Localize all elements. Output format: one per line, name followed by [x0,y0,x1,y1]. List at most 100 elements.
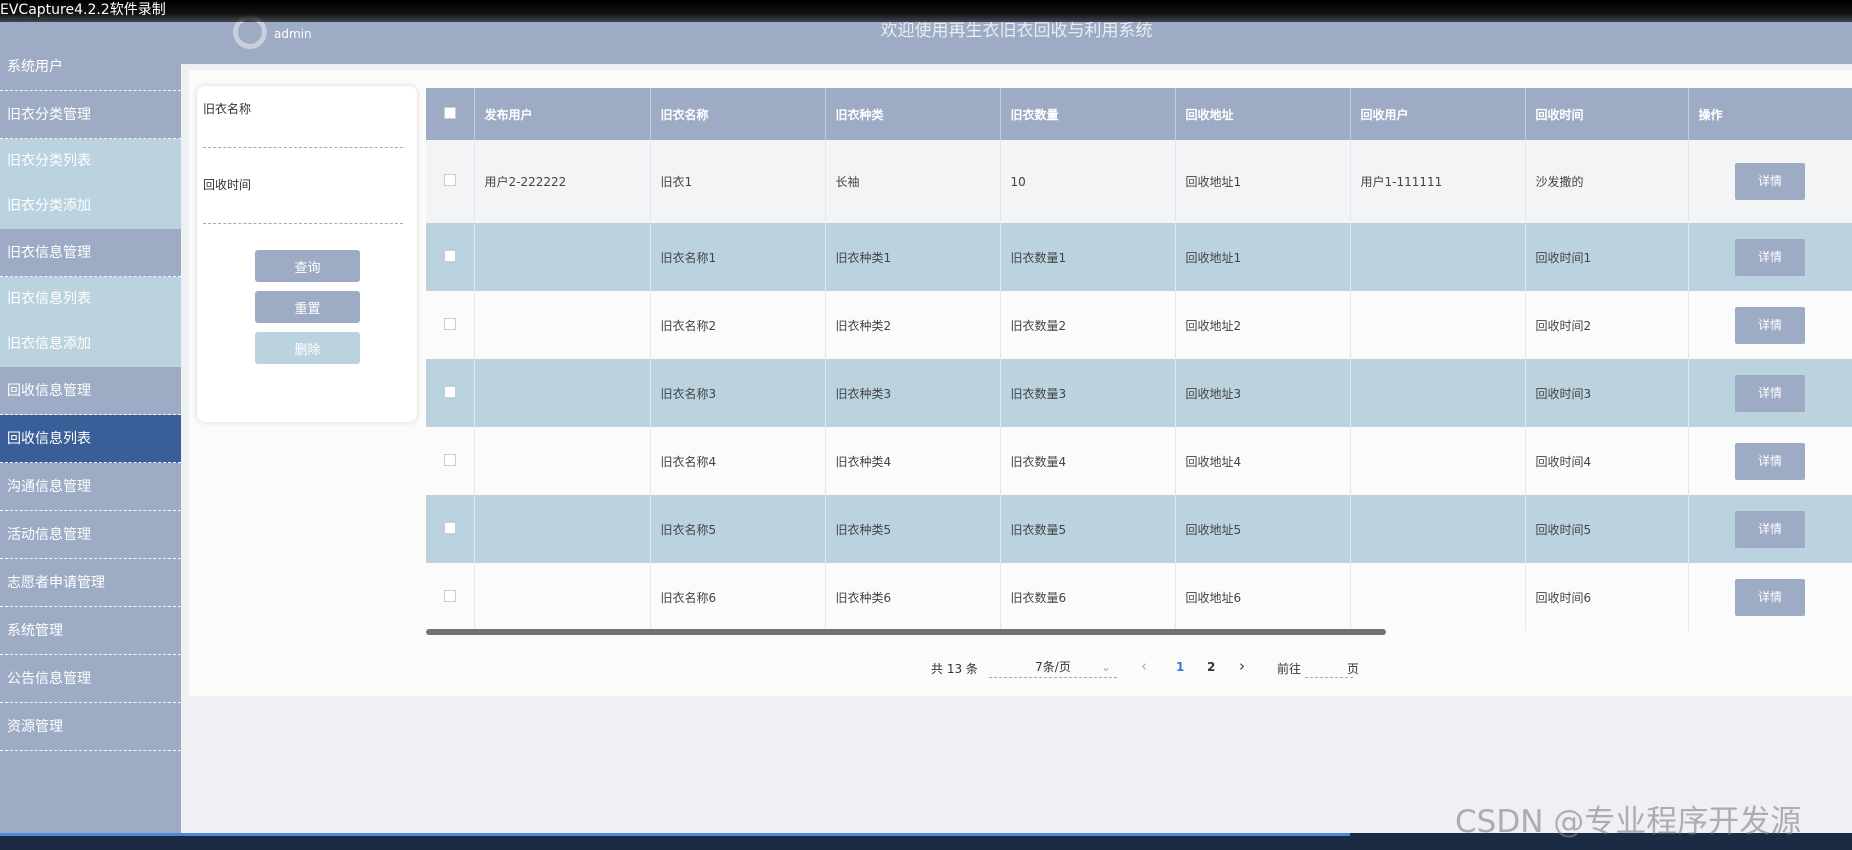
page-2[interactable]: 2 [1207,660,1215,674]
row-checkbox[interactable] [426,291,475,359]
table-cell [474,563,651,631]
action-cell: 详情 [1688,359,1852,427]
next-page-icon[interactable]: › [1239,657,1245,675]
horizontal-scrollbar[interactable] [426,629,1386,635]
action-cell: 详情 [1688,563,1852,631]
name-input[interactable] [203,122,403,148]
sidebar-item-12[interactable]: 志愿者申请管理 [0,559,181,607]
table-row: 旧衣名称6 旧衣种类6 旧衣数量6 回收地址6 回收时间6 详情 [426,563,1852,631]
sidebar-item-2[interactable]: 旧衣分类管理 [0,91,181,139]
time-input[interactable] [203,198,403,224]
col-actions: 操作 [1688,88,1852,140]
page-size-select[interactable]: 7条/页 ⌄ [989,656,1117,678]
col-publisher[interactable]: 发布用户 [474,88,651,140]
table-cell: 旧衣1 [650,140,826,223]
recorder-title: EVCapture4.2.2软件录制 [0,2,166,18]
col-address[interactable]: 回收地址 [1175,88,1351,140]
table-cell: 回收地址3 [1175,359,1351,427]
row-checkbox[interactable] [426,223,475,291]
table-cell: 回收地址2 [1175,291,1351,359]
query-button[interactable]: 查询 [255,250,360,282]
detail-button[interactable]: 详情 [1735,238,1805,276]
sidebar-item-1[interactable]: 系统用户 [0,43,181,91]
table-cell: 回收时间5 [1525,495,1689,563]
table-header-row: 发布用户 旧衣名称 旧衣种类 旧衣数量 回收地址 回收用户 回收时间 操作 [426,88,1852,140]
col-time[interactable]: 回收时间 [1525,88,1689,140]
table-cell [1350,495,1526,563]
col-name[interactable]: 旧衣名称 [650,88,826,140]
goto-page-input[interactable] [1305,656,1353,678]
table-cell: 旧衣种类6 [825,563,1001,631]
name-label: 旧衣名称 [203,102,252,116]
recorder-bar: EVCapture4.2.2软件录制 [0,0,1852,22]
page-1[interactable]: 1 [1176,660,1184,674]
table-cell: 长袖 [825,140,1001,223]
col-recycler[interactable]: 回收用户 [1350,88,1526,140]
watermark: CSDN @专业程序开发源 [1455,804,1802,840]
sidebar-item-14[interactable]: 公告信息管理 [0,655,181,703]
detail-button[interactable]: 详情 [1735,510,1805,548]
action-cell: 详情 [1688,140,1852,223]
table-cell: 旧衣名称1 [650,223,826,291]
col-type[interactable]: 旧衣种类 [825,88,1001,140]
table-row: 旧衣名称2 旧衣种类2 旧衣数量2 回收地址2 回收时间2 详情 [426,291,1852,359]
sidebar-item-4[interactable]: 旧衣分类添加 [0,184,181,229]
table-cell: 旧衣种类5 [825,495,1001,563]
table-cell: 旧衣种类4 [825,427,1001,495]
sidebar-item-3[interactable]: 旧衣分类列表 [0,139,181,184]
table-cell: 回收地址1 [1175,223,1351,291]
table-cell: 回收时间3 [1525,359,1689,427]
table-row: 旧衣名称3 旧衣种类3 旧衣数量3 回收地址3 回收时间3 详情 [426,359,1852,427]
table-cell [474,223,651,291]
row-checkbox[interactable] [426,359,475,427]
detail-button[interactable]: 详情 [1735,163,1805,200]
table-row: 用户2-222222 旧衣1 长袖 10 回收地址1 用户1-111111 沙发撒的 详情 [426,140,1852,223]
table-cell: 沙发撒的 [1525,140,1689,223]
sidebar-item-7[interactable]: 旧衣信息添加 [0,322,181,367]
row-checkbox[interactable] [426,427,475,495]
prev-page-icon[interactable]: ‹ [1141,657,1147,675]
table-cell: 用户2-222222 [474,140,651,223]
table-cell: 回收时间6 [1525,563,1689,631]
detail-button[interactable]: 详情 [1735,578,1805,616]
table-cell: 回收时间4 [1525,427,1689,495]
table-cell: 旧衣数量3 [1000,359,1176,427]
table-cell: 旧衣名称6 [650,563,826,631]
goto-suffix: 页 [1347,662,1360,676]
detail-button[interactable]: 详情 [1735,306,1805,344]
pagination: 共 13 条 7条/页 ⌄ ‹ 1 2 › 前往 页 [189,656,1852,680]
table-cell: 旧衣数量1 [1000,223,1176,291]
select-all-checkbox[interactable] [426,88,475,140]
action-cell: 详情 [1688,223,1852,291]
chevron-down-icon: ⌄ [1101,660,1112,674]
sidebar-item-10[interactable]: 沟通信息管理 [0,463,181,511]
main-content: 旧衣名称 回收时间 查询 重置 删除 发布用户 旧衣名称 旧衣种类 旧衣数量 回… [189,70,1852,696]
reset-button[interactable]: 重置 [255,291,360,323]
delete-button[interactable]: 删除 [255,332,360,364]
detail-button[interactable]: 详情 [1735,442,1805,480]
sidebar-item-5[interactable]: 旧衣信息管理 [0,229,181,277]
goto-label: 前往 [1277,662,1302,676]
detail-button[interactable]: 详情 [1735,374,1805,412]
sidebar-item-8[interactable]: 回收信息管理 [0,367,181,415]
table-row: 旧衣名称5 旧衣种类5 旧衣数量5 回收地址5 回收时间5 详情 [426,495,1852,563]
table-cell: 旧衣种类1 [825,223,1001,291]
action-cell: 详情 [1688,291,1852,359]
data-table: 发布用户 旧衣名称 旧衣种类 旧衣数量 回收地址 回收用户 回收时间 操作 用户… [426,88,1852,658]
sidebar-item-15[interactable]: 资源管理 [0,703,181,751]
row-checkbox[interactable] [426,563,475,631]
sidebar-item-13[interactable]: 系统管理 [0,607,181,655]
sidebar-menu: 后台首页系统用户旧衣分类管理旧衣分类列表旧衣分类添加旧衣信息管理旧衣信息列表旧衣… [0,0,181,751]
sidebar-item-9[interactable]: 回收信息列表 [0,415,181,463]
sidebar: 后台首页系统用户旧衣分类管理旧衣分类列表旧衣分类添加旧衣信息管理旧衣信息列表旧衣… [0,0,181,850]
table-cell: 用户1-111111 [1350,140,1526,223]
row-checkbox[interactable] [426,140,475,223]
sidebar-item-6[interactable]: 旧衣信息列表 [0,277,181,322]
table-cell: 回收地址6 [1175,563,1351,631]
row-checkbox[interactable] [426,495,475,563]
table-cell: 旧衣数量6 [1000,563,1176,631]
table-cell: 回收时间1 [1525,223,1689,291]
col-quantity[interactable]: 旧衣数量 [1000,88,1176,140]
table-cell: 旧衣名称3 [650,359,826,427]
sidebar-item-11[interactable]: 活动信息管理 [0,511,181,559]
